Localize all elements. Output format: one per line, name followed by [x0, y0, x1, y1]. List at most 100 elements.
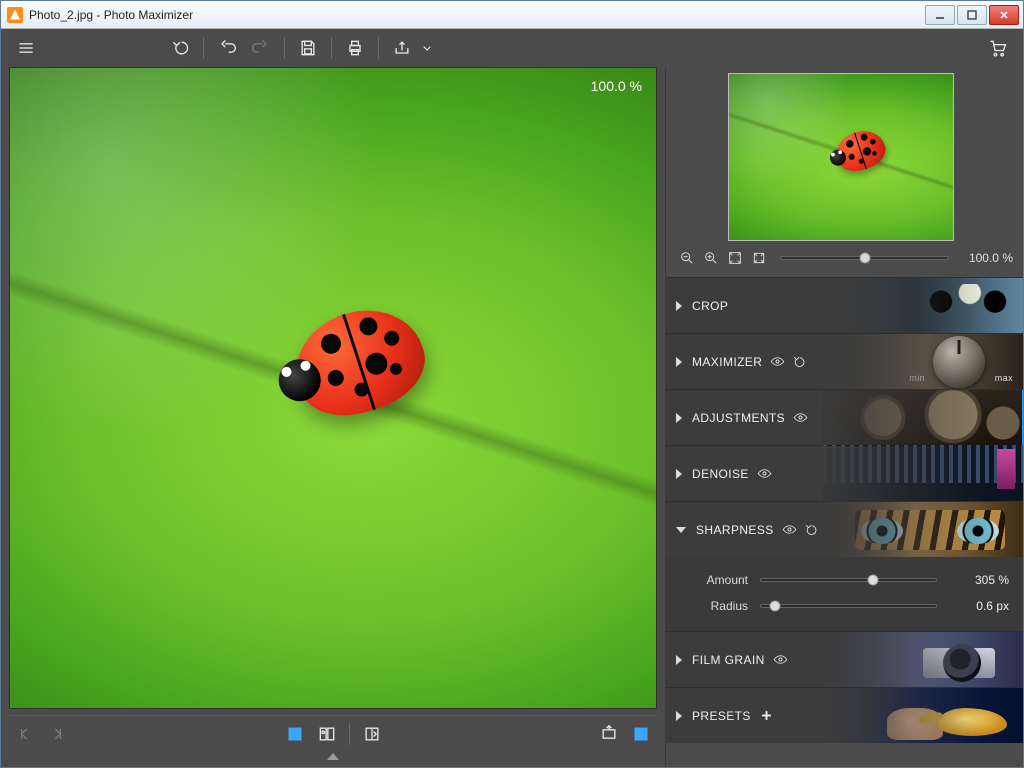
separator: [378, 37, 379, 59]
separator: [203, 37, 204, 59]
panel-label: PRESETS: [692, 709, 751, 723]
revert-button[interactable]: [163, 33, 197, 63]
eye-icon: [770, 354, 785, 369]
window-title: Photo_2.jpg - Photo Maximizer: [29, 8, 923, 22]
toolbar: [1, 29, 1023, 67]
navigator-controls: 100.0 %: [666, 243, 1023, 277]
panel-crop-header[interactable]: CROP: [666, 277, 1023, 333]
chevron-down-icon: [419, 38, 435, 58]
next-image-button[interactable]: [41, 719, 73, 749]
app-icon: [7, 7, 23, 23]
panel-presets-header[interactable]: PRESETS: [666, 687, 1023, 743]
menu-button[interactable]: [9, 33, 43, 63]
zoom-out-icon: [679, 250, 695, 266]
redo-button[interactable]: [244, 33, 278, 63]
actual-size-button[interactable]: [748, 247, 770, 269]
param-amount: Amount 305 %: [680, 567, 1009, 593]
expand-icon: [676, 301, 682, 311]
view-single-button[interactable]: [279, 719, 311, 749]
radius-slider-knob[interactable]: [770, 601, 781, 612]
eye-icon: [793, 410, 808, 425]
visibility-toggle[interactable]: [770, 354, 785, 369]
panel-filmgrain-header[interactable]: FILM GRAIN: [666, 631, 1023, 687]
reset-panel-button[interactable]: [791, 354, 806, 369]
zoom-slider-knob[interactable]: [859, 253, 870, 264]
amount-value: 305 %: [949, 573, 1009, 587]
panel-denoise-header[interactable]: DENOISE: [666, 445, 1023, 501]
cart-icon: [988, 38, 1008, 58]
image-canvas[interactable]: 100.0 %: [9, 67, 657, 709]
visibility-toggle[interactable]: [782, 522, 797, 537]
print-button[interactable]: [338, 33, 372, 63]
fit-to-screen-button[interactable]: [724, 247, 746, 269]
reset-panel-button[interactable]: [803, 522, 818, 537]
chevron-up-icon: [327, 753, 339, 760]
window-minimize-button[interactable]: [925, 5, 955, 25]
plus-icon: [759, 708, 774, 723]
amount-slider-knob[interactable]: [868, 575, 879, 586]
zoom-in-icon: [703, 250, 719, 266]
split-view-icon: [362, 724, 382, 744]
visibility-toggle[interactable]: [793, 410, 808, 425]
share-icon: [392, 38, 412, 58]
expand-icon: [676, 469, 682, 479]
param-label: Radius: [680, 599, 748, 613]
zoom-slider[interactable]: [780, 256, 949, 260]
titlebar[interactable]: Photo_2.jpg - Photo Maximizer: [1, 1, 1023, 29]
filmstrip-toggle-button[interactable]: [593, 719, 625, 749]
cart-button[interactable]: [981, 33, 1015, 63]
radius-slider[interactable]: [760, 604, 937, 608]
save-icon: [298, 38, 318, 58]
visibility-toggle[interactable]: [757, 466, 772, 481]
panel-adjustments-header[interactable]: ADJUSTMENTS: [666, 389, 1023, 445]
undo-mini-icon: [803, 522, 818, 537]
save-button[interactable]: [291, 33, 325, 63]
side-panel: 100.0 % CROP min: [665, 67, 1023, 767]
before-after-icon: [317, 724, 337, 744]
undo-button[interactable]: [210, 33, 244, 63]
tray-expand-handle[interactable]: [9, 751, 657, 763]
share-dropdown[interactable]: [419, 33, 435, 63]
add-preset-button[interactable]: [759, 708, 774, 723]
eye-icon: [757, 466, 772, 481]
single-view-icon: [285, 724, 305, 744]
param-radius: Radius 0.6 px: [680, 593, 1009, 619]
bottom-toolbar: [9, 715, 657, 751]
panel-sharpness-body: Amount 305 % Radius 0.6 px: [666, 557, 1023, 631]
view-before-after-button[interactable]: [311, 719, 343, 749]
print-icon: [345, 38, 365, 58]
panel-toggle-button[interactable]: [625, 719, 657, 749]
expand-icon: [676, 413, 682, 423]
fit-icon: [727, 250, 743, 266]
param-label: Amount: [680, 573, 748, 587]
zoom-readout: 100.0 %: [591, 78, 642, 94]
prev-image-button[interactable]: [9, 719, 41, 749]
prev-icon: [15, 724, 35, 744]
undo-icon: [217, 38, 237, 58]
panel-sharpness-header[interactable]: SHARPNESS: [666, 501, 1023, 557]
panel-label: MAXIMIZER: [692, 355, 762, 369]
panel-label: CROP: [692, 299, 728, 313]
revert-icon: [170, 38, 190, 58]
window-maximize-button[interactable]: [957, 5, 987, 25]
expand-icon: [676, 357, 682, 367]
filmstrip-icon: [599, 724, 619, 744]
expand-icon: [676, 655, 682, 665]
zoom-out-button[interactable]: [676, 247, 698, 269]
effects-accordion: CROP min max MAXIMIZER: [666, 277, 1023, 767]
panel-icon: [631, 724, 651, 744]
window-close-button[interactable]: [989, 5, 1019, 25]
navigator-preview[interactable]: [728, 73, 954, 241]
share-button[interactable]: [385, 33, 419, 63]
next-icon: [47, 724, 67, 744]
panel-maximizer-header[interactable]: min max MAXIMIZER: [666, 333, 1023, 389]
eye-icon: [782, 522, 797, 537]
visibility-toggle[interactable]: [773, 652, 788, 667]
hamburger-icon: [16, 38, 36, 58]
zoom-in-button[interactable]: [700, 247, 722, 269]
amount-slider[interactable]: [760, 578, 937, 582]
actual-size-icon: [751, 250, 767, 266]
radius-value: 0.6 px: [949, 599, 1009, 613]
redo-icon: [251, 38, 271, 58]
view-split-button[interactable]: [356, 719, 388, 749]
